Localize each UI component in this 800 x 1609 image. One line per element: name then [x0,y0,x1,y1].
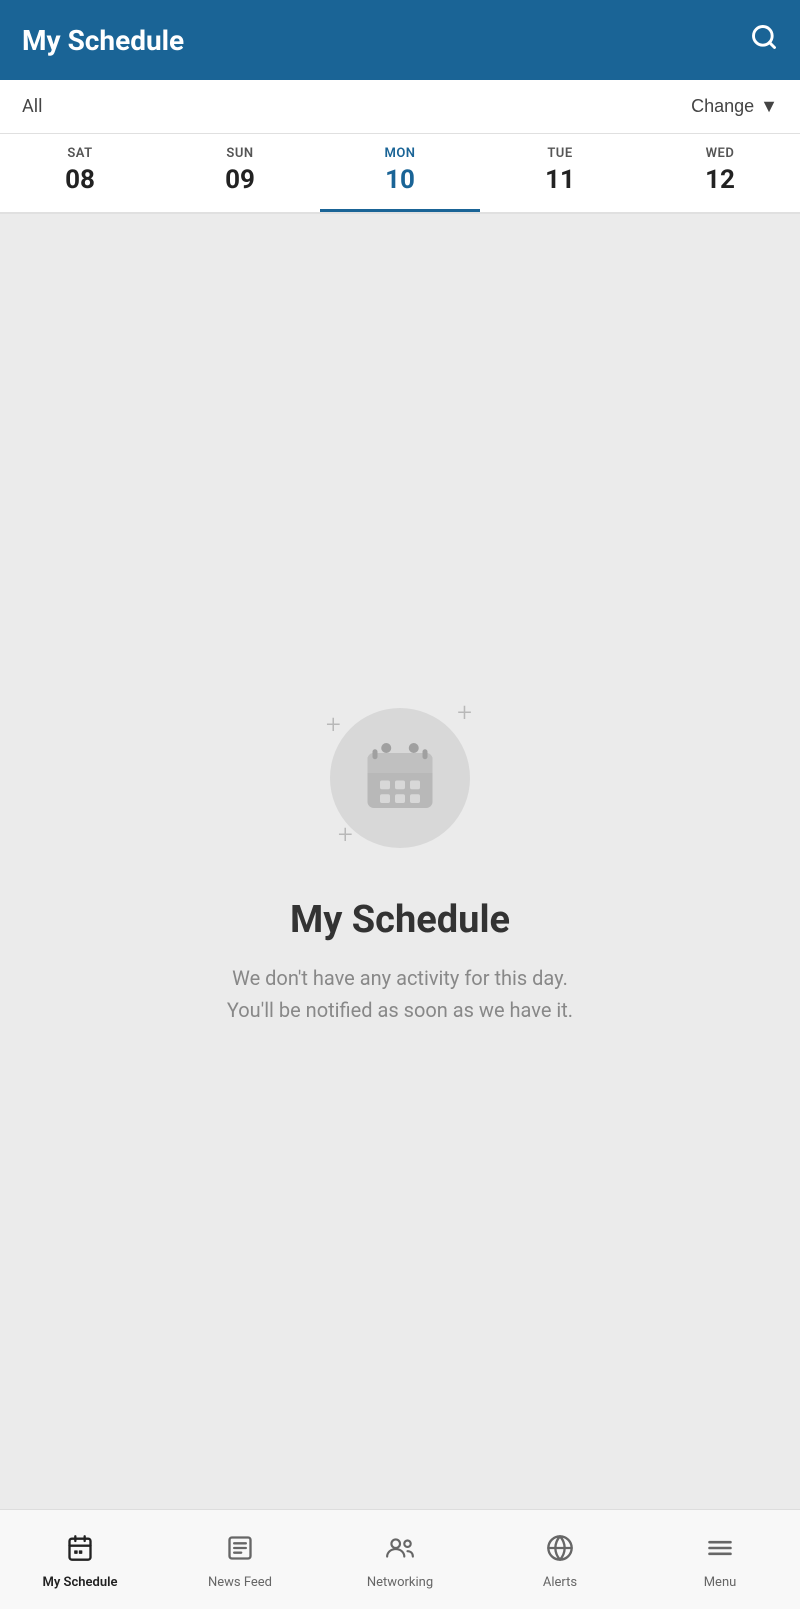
day-item-mon[interactable]: MON 10 [320,134,480,212]
empty-state-icon: + + + [320,698,480,858]
nav-item-menu[interactable]: Menu [640,1510,800,1609]
nav-item-my-schedule[interactable]: My Schedule [0,1510,160,1609]
nav-label-alerts: Alerts [543,1575,577,1590]
empty-state-title: My Schedule [290,898,510,942]
page-title: My Schedule [22,24,184,57]
nav-item-news-feed[interactable]: News Feed [160,1510,320,1609]
nav-label-news-feed: News Feed [208,1575,272,1590]
plus-decoration-top-left: + [326,712,341,738]
people-nav-icon [385,1534,415,1569]
chevron-down-icon: ▼ [760,96,778,117]
search-icon[interactable] [750,23,778,58]
main-content: + + + My Schedule We don't ha [0,214,800,1509]
nav-label-my-schedule: My Schedule [43,1575,118,1590]
plus-decoration-top-right: + [457,700,472,726]
nav-label-menu: Menu [704,1575,737,1590]
calendar-nav-icon [66,1534,94,1569]
day-item-sun[interactable]: SUN 09 [160,134,320,212]
plus-decoration-bottom-left: + [338,822,353,848]
day-item-tue[interactable]: TUE 11 [480,134,640,212]
calendar-icon [360,738,440,818]
nav-item-networking[interactable]: Networking [320,1510,480,1609]
filter-all-label: All [22,96,43,117]
nav-item-alerts[interactable]: Alerts [480,1510,640,1609]
empty-state-subtitle: We don't have any activity for this day.… [227,962,573,1026]
nav-label-networking: Networking [367,1575,433,1590]
day-selector: SAT 08 SUN 09 MON 10 TUE 11 WED 12 [0,134,800,214]
change-filter-button[interactable]: Change ▼ [691,96,778,117]
filter-bar: All Change ▼ [0,80,800,134]
day-item-sat[interactable]: SAT 08 [0,134,160,212]
news-nav-icon [226,1534,254,1569]
app-header: My Schedule [0,0,800,80]
bottom-navigation: My Schedule News Feed Networking [0,1509,800,1609]
globe-nav-icon [546,1534,574,1569]
menu-nav-icon [706,1534,734,1569]
day-item-wed[interactable]: WED 12 [640,134,800,212]
